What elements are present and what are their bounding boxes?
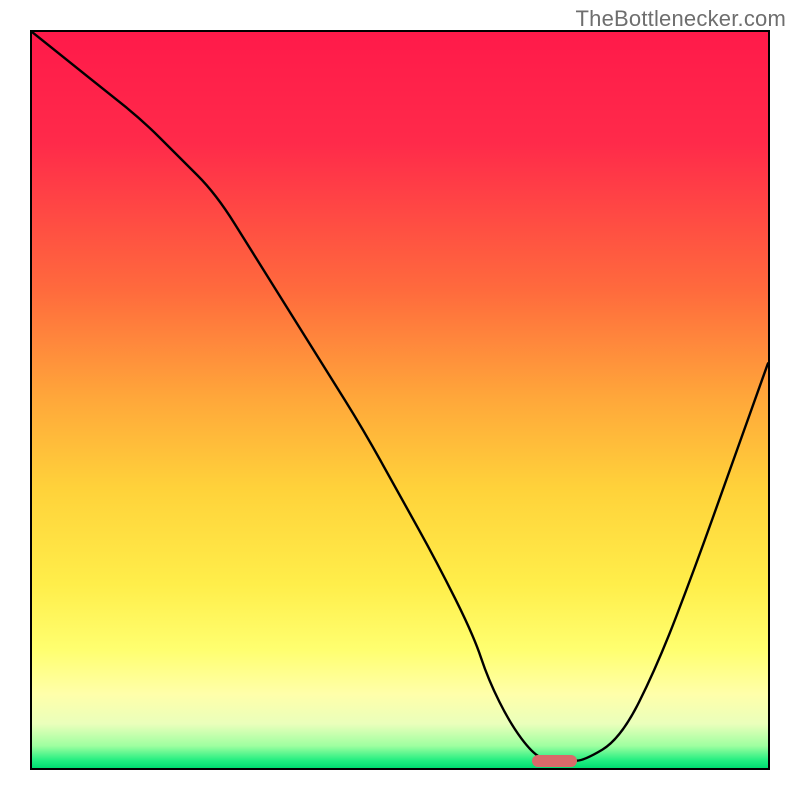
- bottleneck-curve: [32, 32, 768, 761]
- bottleneck-chart: TheBottlenecker.com: [0, 0, 800, 800]
- curve-svg: [32, 32, 768, 768]
- plot-area: [30, 30, 770, 770]
- attribution-label: TheBottlenecker.com: [576, 6, 786, 32]
- optimal-marker: [532, 755, 576, 767]
